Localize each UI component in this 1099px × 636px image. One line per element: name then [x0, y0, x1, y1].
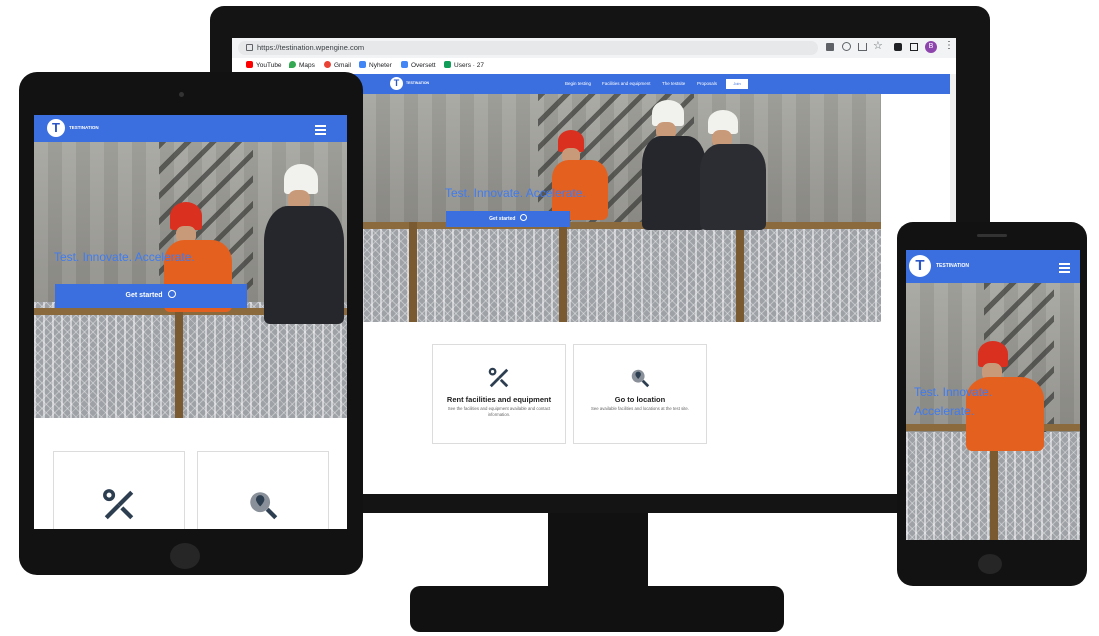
tablet-screen: T TESTINATION Test. Innovate. Accelerate…: [34, 115, 347, 529]
phone-screen: T TESTINATION Test. Innovate. Accelerate…: [906, 250, 1080, 540]
monitor-stand-base: [410, 586, 784, 632]
hero-title: Test. Innovate. Accelerate.: [445, 186, 586, 200]
desktop-hero: Test. Innovate. Accelerate. Get started: [362, 94, 881, 322]
hero-photo: [34, 142, 347, 418]
nav-testsite[interactable]: The testsite: [662, 74, 685, 94]
hamburger-menu-icon[interactable]: [1059, 261, 1070, 275]
get-started-label: Get started: [125, 292, 163, 299]
brand-name: TESTINATION: [936, 263, 969, 269]
card-rent-facilities[interactable]: Rent facilities and equipment See the fa…: [432, 344, 566, 444]
bookmark-users[interactable]: Users · 27: [444, 58, 484, 74]
wrench-screwdriver-icon: [103, 489, 134, 520]
tablet-site-header: T TESTINATION: [34, 115, 347, 142]
testination-logo-icon[interactable]: T: [47, 119, 65, 137]
phone-site-header: T TESTINATION: [906, 250, 1080, 283]
translate-icon: [401, 61, 408, 68]
wrench-screwdriver-icon: [488, 367, 509, 388]
lock-icon: [246, 44, 253, 51]
share-icon[interactable]: [858, 43, 867, 51]
tablet-camera: [179, 92, 184, 97]
tablet-home-button[interactable]: [170, 543, 200, 569]
url-text: https://testination.wpengine.com: [257, 43, 365, 52]
testination-logo-icon[interactable]: T: [390, 77, 403, 90]
card-title: Go to location: [614, 395, 666, 404]
profile-avatar[interactable]: B: [925, 41, 937, 53]
card-rent-facilities[interactable]: [53, 451, 185, 529]
nav-facilities[interactable]: Facilities and equipment: [602, 74, 651, 94]
extensions-icon[interactable]: [894, 43, 902, 51]
get-started-button[interactable]: Get started: [446, 211, 570, 227]
card-go-to-location[interactable]: Go to location See available facilities …: [573, 344, 707, 444]
get-started-label: Get started: [489, 216, 516, 222]
card-title: Rent facilities and equipment: [446, 395, 552, 404]
play-circle-icon: [168, 290, 177, 298]
brand-name: TESTINATION: [69, 125, 99, 130]
location-search-icon: [250, 492, 278, 520]
browser-address-bar: https://testination.wpengine.com ☆ B ⋮: [232, 38, 956, 58]
hero-title-line-1: Test. Innovate.: [914, 385, 993, 399]
play-circle-icon: [519, 214, 527, 221]
url-field[interactable]: https://testination.wpengine.com: [238, 41, 818, 55]
card-go-to-location[interactable]: [197, 451, 329, 529]
menu-kebab-icon[interactable]: ⋮: [944, 40, 954, 51]
bookmark-nyheter[interactable]: Nyheter: [359, 58, 392, 74]
nav-begin-testing[interactable]: Begin testing: [565, 74, 591, 94]
tablet-hero: Test. Innovate. Accelerate. Get started: [34, 142, 347, 418]
phone-home-button[interactable]: [978, 554, 1002, 574]
star-icon[interactable]: ☆: [873, 39, 883, 52]
news-icon: [359, 61, 366, 68]
zoom-icon[interactable]: [842, 42, 851, 51]
hero-title: Test. Innovate. Accelerate.: [54, 250, 195, 264]
hero-title-line-2: Accelerate.: [914, 404, 975, 418]
testination-logo-icon[interactable]: T: [909, 255, 931, 277]
card-description: See the facilities and equipment availab…: [447, 406, 551, 417]
phone-hero: Test. Innovate. Accelerate.: [906, 283, 1080, 540]
nav-join-button[interactable]: Join: [726, 79, 748, 89]
google-g-icon: [324, 61, 331, 68]
hamburger-menu-icon[interactable]: [315, 123, 326, 137]
sheets-icon: [444, 61, 451, 68]
monitor-stand-neck: [548, 513, 648, 589]
nav-proposals[interactable]: Proposals: [697, 74, 717, 94]
translate-icon[interactable]: [826, 43, 834, 51]
maps-pin-icon: [289, 61, 296, 68]
bookmark-oversett[interactable]: Oversett: [401, 58, 436, 74]
location-search-icon: [631, 369, 650, 388]
brand-name: TESTINATION: [406, 81, 430, 85]
youtube-icon: [246, 61, 253, 68]
get-started-button[interactable]: Get started: [55, 284, 247, 308]
hero-photo: [362, 94, 881, 322]
phone-speaker: [977, 234, 1007, 237]
sidepanel-icon[interactable]: [910, 43, 918, 51]
card-description: See available facilities and locations a…: [591, 406, 689, 411]
